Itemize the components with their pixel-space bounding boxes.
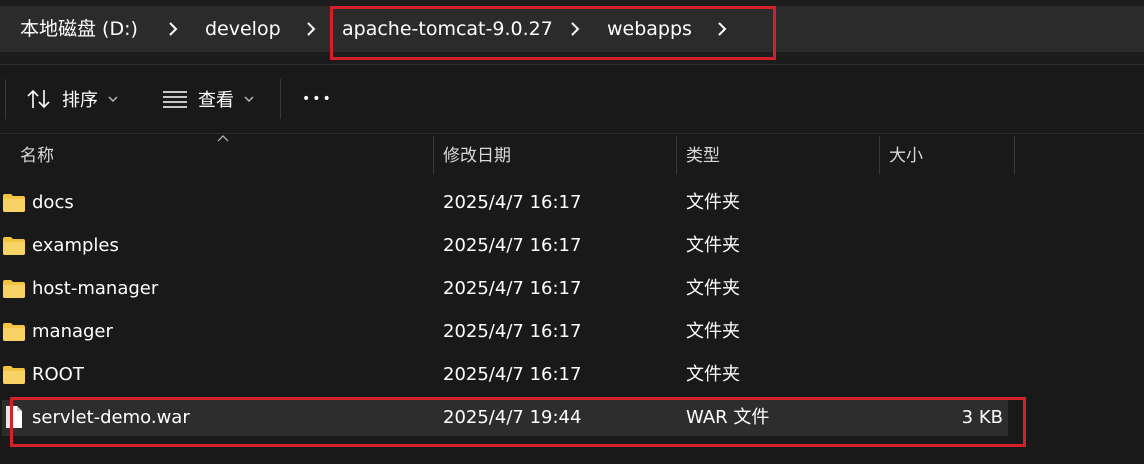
list-item[interactable]: host-manager 2025/4/7 16:17 文件夹 [0,270,1144,313]
view-button[interactable]: 查看 [162,78,255,120]
command-bar: 排序 查看 ••• [0,65,1144,134]
annotation-highlight-file [10,397,1026,447]
list-item[interactable]: docs 2025/4/7 16:17 文件夹 [0,184,1144,227]
breadcrumb-item-drive[interactable]: 本地磁盘 (D:) [20,6,138,52]
column-resize-handle[interactable] [1014,136,1015,174]
file-type: 文件夹 [686,192,740,213]
chevron-down-icon [244,96,254,102]
column-resize-handle[interactable] [676,136,677,174]
file-name: ROOT [32,364,84,385]
view-list-icon [163,91,187,108]
column-header-name[interactable]: 名称 [20,138,54,174]
file-type: 文件夹 [686,364,740,385]
chevron-right-icon[interactable] [163,6,183,52]
chevron-right-icon[interactable] [301,6,321,52]
list-item[interactable]: manager 2025/4/7 16:17 文件夹 [0,313,1144,356]
sort-icon [27,89,50,109]
folder-icon [3,194,25,212]
file-name: examples [32,235,119,256]
list-item[interactable]: examples 2025/4/7 16:17 文件夹 [0,227,1144,270]
folder-icon [3,323,25,341]
file-date: 2025/4/7 16:17 [443,321,582,342]
file-name: host-manager [32,278,159,299]
annotation-highlight-path [330,6,776,60]
toolbar-divider [280,79,281,119]
folder-icon [3,280,25,298]
folder-icon [3,366,25,384]
file-date: 2025/4/7 16:17 [443,235,582,256]
file-type: 文件夹 [686,321,740,342]
file-date: 2025/4/7 16:17 [443,364,582,385]
file-type: 文件夹 [686,278,740,299]
chevron-down-icon [108,96,118,102]
file-date: 2025/4/7 16:17 [443,192,582,213]
file-date: 2025/4/7 16:17 [443,278,582,299]
file-name: docs [32,192,74,213]
column-resize-handle[interactable] [879,136,880,174]
file-name: manager [32,321,113,342]
column-resize-handle[interactable] [433,136,434,174]
file-type: 文件夹 [686,235,740,256]
breadcrumb-item-develop[interactable]: develop [205,6,281,52]
sort-label: 排序 [62,90,98,111]
sort-ascending-indicator-icon [217,135,229,142]
more-options-button[interactable]: ••• [302,78,333,120]
view-label: 查看 [198,90,234,111]
toolbar-divider [5,79,6,119]
folder-icon [3,237,25,255]
list-item[interactable]: ROOT 2025/4/7 16:17 文件夹 [0,356,1144,399]
column-header-type[interactable]: 类型 [686,138,720,174]
sort-button[interactable]: 排序 [26,78,119,120]
column-header-size[interactable]: 大小 [889,138,923,174]
column-header-date[interactable]: 修改日期 [443,138,511,174]
more-icon: ••• [302,91,333,107]
